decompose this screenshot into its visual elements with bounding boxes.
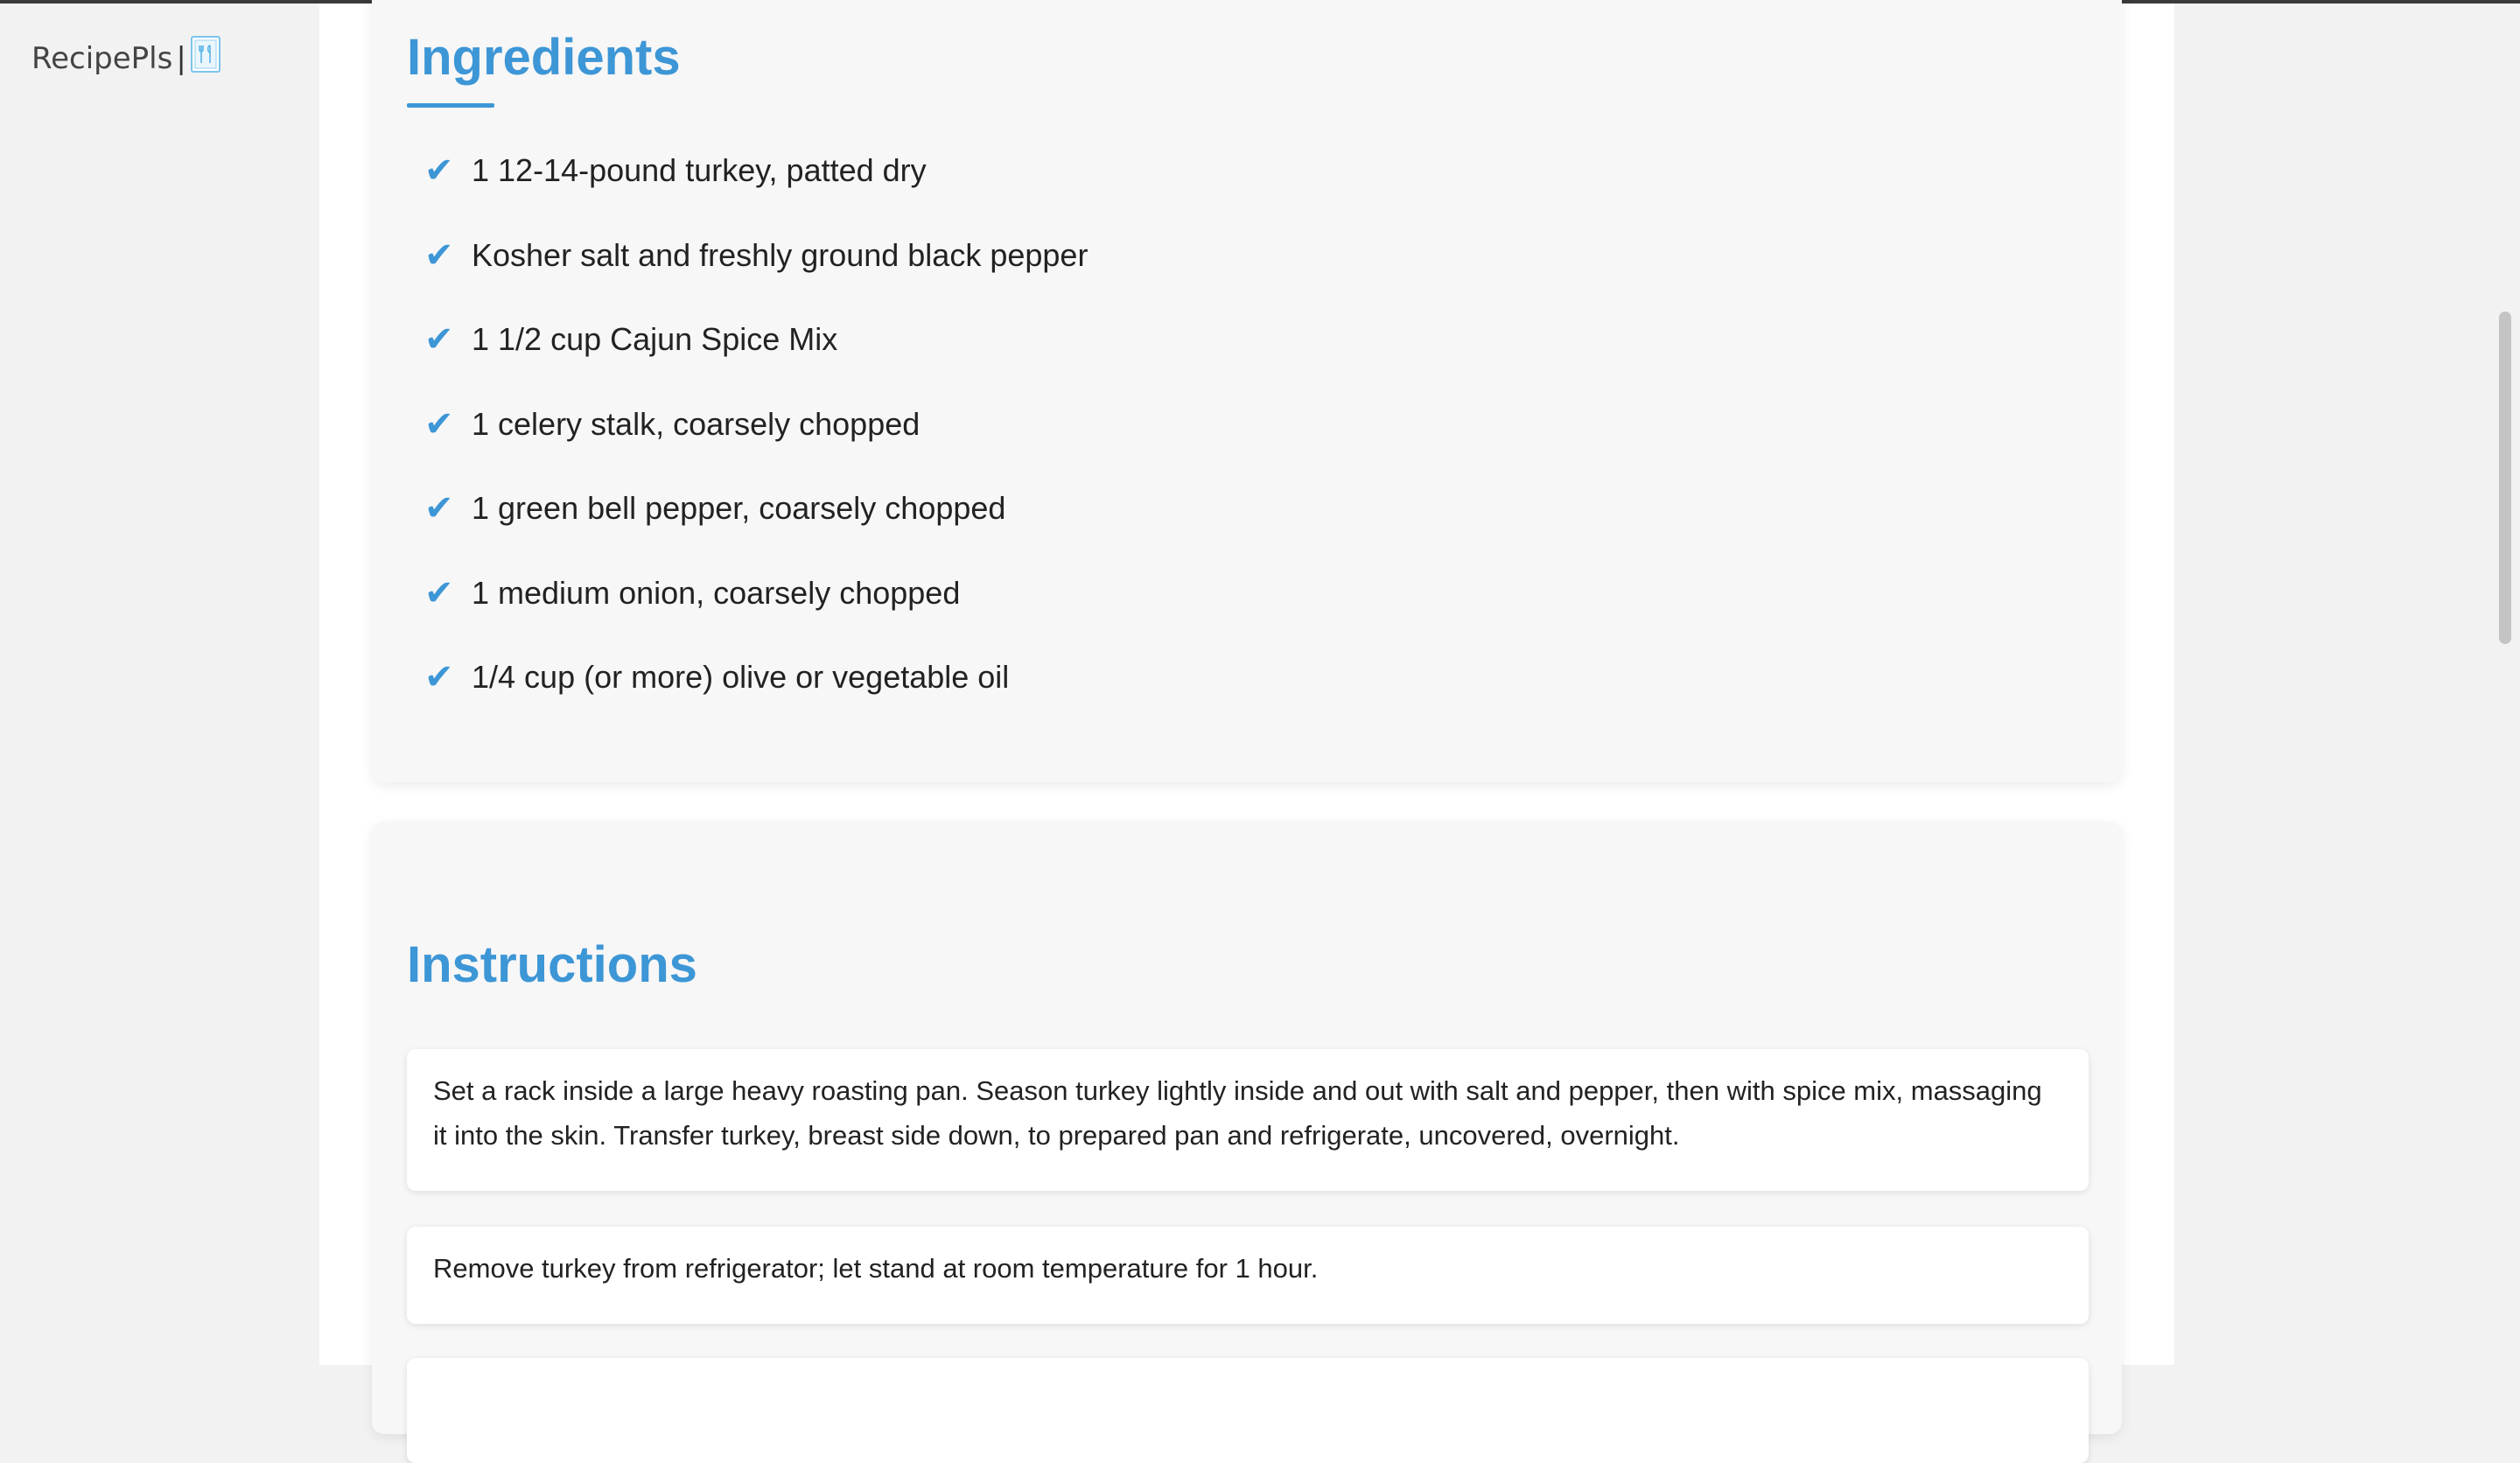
checkmark-icon: ✔ — [424, 150, 454, 191]
ingredient-item: ✔ 1 green bell pepper, coarsely chopped — [424, 488, 1088, 573]
ingredients-title: Ingredients — [407, 29, 681, 86]
instruction-step: Set a rack inside a large heavy roasting… — [407, 1049, 2089, 1191]
scrollbar-thumb[interactable] — [2499, 312, 2511, 644]
ingredient-item: ✔ 1 medium onion, coarsely chopped — [424, 573, 1088, 658]
ingredient-item: ✔ Kosher salt and freshly ground black p… — [424, 235, 1088, 320]
checkmark-icon: ✔ — [424, 657, 454, 697]
checkmark-icon: ✔ — [424, 319, 454, 360]
recipe-book-icon — [190, 35, 221, 81]
ingredient-text: 1 12-14-pound turkey, patted dry — [472, 152, 927, 188]
checkmark-icon: ✔ — [424, 488, 454, 528]
brand-name: RecipePls — [32, 40, 173, 76]
instruction-step: Remove turkey from refrigerator; let sta… — [407, 1227, 2089, 1324]
brand-logo[interactable]: RecipePls | — [32, 35, 221, 81]
instructions-title: Instructions — [407, 936, 697, 993]
ingredient-text: Kosher salt and freshly ground black pep… — [472, 236, 1088, 273]
ingredient-item: ✔ 1 celery stalk, coarsely chopped — [424, 404, 1088, 489]
ingredient-text: 1 medium onion, coarsely chopped — [472, 574, 961, 611]
ingredient-text: 1/4 cup (or more) olive or vegetable oil — [472, 659, 1010, 695]
page-scrollbar[interactable] — [2492, 4, 2520, 1365]
brand-separator: | — [176, 40, 186, 76]
ingredient-item: ✔ 1 1/2 cup Cajun Spice Mix — [424, 319, 1088, 404]
instruction-step — [407, 1358, 2089, 1463]
ingredient-text: 1 celery stalk, coarsely chopped — [472, 405, 920, 442]
checkmark-icon: ✔ — [424, 403, 454, 444]
title-underline — [407, 103, 494, 108]
ingredients-list: ✔ 1 12-14-pound turkey, patted dry ✔ Kos… — [424, 150, 1088, 742]
ingredient-item: ✔ 1/4 cup (or more) olive or vegetable o… — [424, 657, 1088, 742]
ingredient-text: 1 green bell pepper, coarsely chopped — [472, 490, 1006, 526]
ingredient-text: 1 1/2 cup Cajun Spice Mix — [472, 321, 838, 357]
checkmark-icon: ✔ — [424, 572, 454, 613]
recipe-content: Ingredients ✔ 1 12-14-pound turkey, patt… — [319, 0, 2174, 1463]
checkmark-icon: ✔ — [424, 234, 454, 276]
ingredients-card: Ingredients ✔ 1 12-14-pound turkey, patt… — [372, 0, 2122, 782]
instructions-card: Instructions Set a rack inside a large h… — [372, 822, 2122, 1463]
ingredient-item: ✔ 1 12-14-pound turkey, patted dry — [424, 150, 1088, 235]
